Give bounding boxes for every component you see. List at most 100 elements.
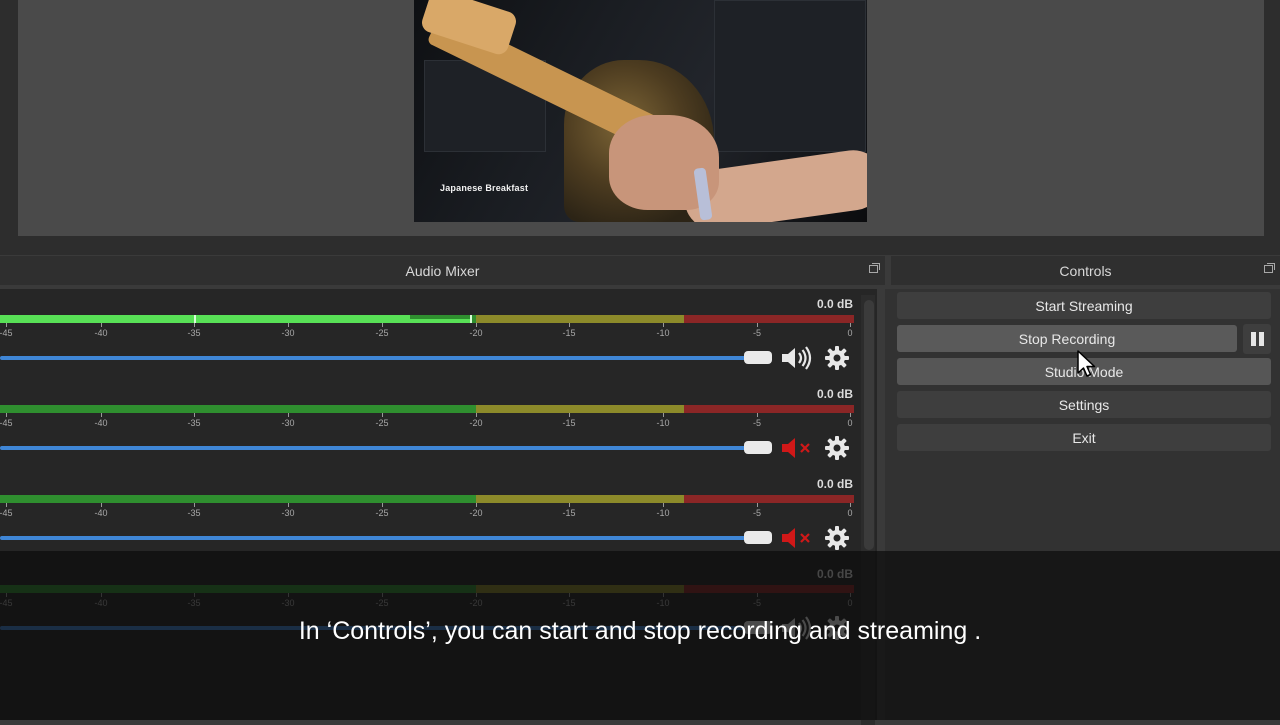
undock-icon[interactable] [1264,263,1275,273]
meter-tick-label: 0 [847,508,853,518]
subtitle-text: In ‘Controls’, you can start and stop re… [298,617,982,645]
gear-icon[interactable] [824,435,850,461]
meter-tick [569,413,570,417]
meter-tick-label: -10 [656,508,670,518]
meter-tick [288,323,289,327]
meter-scale: -45 -40 -35 -30 -25 -20 -15 -10 -5 0 [0,413,854,429]
meter-tick [569,323,570,327]
meter-scale: -45 -40 -35 -30 -25 -20 -15 -10 -5 0 [0,323,854,339]
meter-tick-label: -15 [562,328,576,338]
volume-slider[interactable] [0,536,752,540]
meter-tick-label: -35 [187,508,201,518]
meter-tick-label: -25 [375,508,389,518]
settings-button[interactable]: Settings [897,391,1271,418]
muted-speaker-icon[interactable] [780,434,814,462]
mixer-channel: 0.0 dB -45 -40 -35 -30 -25 -20 -15 -10 -5 0 [0,469,860,559]
volume-slider[interactable] [0,446,752,450]
audio-mixer-header: Audio Mixer [0,256,885,285]
meter-red-zone [684,495,854,503]
meter-tick-label: -10 [656,328,670,338]
meter-tick [476,323,477,327]
meter-tick [194,503,195,507]
volume-meter [0,495,854,503]
gear-icon[interactable] [824,525,850,551]
channel-level-label: 0.0 dB [816,477,853,491]
controls-title: Controls [1059,262,1112,279]
meter-tick [101,413,102,417]
meter-yellow-zone [476,495,684,503]
meter-tick-label: -20 [469,508,483,518]
stop-recording-button[interactable]: Stop Recording [897,325,1237,352]
meter-tick-label: -40 [94,508,108,518]
mixer-channel: 0.0 dB -45 -40 -35 -30 -25 -20 -15 -10 -5 0 [0,379,860,469]
meter-red-zone [684,405,854,413]
meter-tick [6,413,7,417]
meter-tick-label: -30 [281,508,295,518]
exit-button[interactable]: Exit [897,424,1271,451]
meter-tick [663,413,664,417]
meter-tick [6,323,7,327]
meter-tick-label: -5 [752,508,762,518]
meter-peak-marker [194,315,196,323]
volume-slider-handle[interactable] [744,351,772,364]
meter-tick [476,503,477,507]
channel-level-label: 0.0 dB [816,297,853,311]
volume-meter [0,405,854,413]
volume-slider-handle[interactable] [744,531,772,544]
meter-green-zone [0,495,476,503]
volume-meter [0,315,854,323]
meter-tick-label: -30 [281,328,295,338]
meter-tick-label: -45 [0,508,13,518]
controls-header: Controls [891,256,1280,285]
preview-area: Japanese Breakfast [0,0,1280,255]
mixer-channel: 0.0 dB -45 -40 -35 -30 -25 -20 -15 -10 -5 0 [0,289,860,379]
meter-yellow-zone [476,405,684,413]
speaker-icon[interactable] [780,344,814,372]
meter-tick-label: -40 [94,328,108,338]
meter-tick [101,503,102,507]
gear-icon[interactable] [824,345,850,371]
meter-tick-label: -25 [375,418,389,428]
meter-tick [757,503,758,507]
mouse-cursor-icon [1077,350,1096,377]
video-caption: Japanese Breakfast [440,183,529,193]
mixer-scrollbar-thumb[interactable] [864,300,874,550]
meter-tick [663,503,664,507]
meter-tick [663,323,664,327]
meter-tick-label: 0 [847,328,853,338]
meter-tick [850,323,851,327]
meter-tick-label: 0 [847,418,853,428]
channel-level-label: 0.0 dB [816,387,853,401]
preview-video: Japanese Breakfast [414,0,867,222]
pause-icon [1259,332,1264,346]
meter-tick-label: -15 [562,418,576,428]
meter-tick [194,323,195,327]
pause-recording-button[interactable] [1243,324,1271,354]
meter-tick [757,323,758,327]
meter-tick [382,323,383,327]
pause-icon [1251,332,1256,346]
meter-green-zone [0,405,476,413]
muted-speaker-icon[interactable] [780,524,814,552]
meter-tick [850,503,851,507]
meter-tick-label: -5 [752,328,762,338]
audio-mixer-title: Audio Mixer [405,262,480,279]
meter-tick-label: -20 [469,418,483,428]
start-streaming-button[interactable]: Start Streaming [897,292,1271,319]
meter-tick [194,413,195,417]
meter-tick-label: -15 [562,508,576,518]
meter-tick-label: -5 [752,418,762,428]
volume-slider[interactable] [0,356,752,360]
meter-peak-marker [470,315,472,323]
meter-tick-label: -35 [187,418,201,428]
volume-slider-handle[interactable] [744,441,772,454]
meter-tick-label: -30 [281,418,295,428]
meter-tick-label: -35 [187,328,201,338]
meter-tick-label: -20 [469,328,483,338]
meter-tick-label: -25 [375,328,389,338]
meter-tick-label: -45 [0,328,13,338]
meter-scale: -45 -40 -35 -30 -25 -20 -15 -10 -5 0 [0,503,854,519]
meter-tick [382,503,383,507]
undock-icon[interactable] [869,263,880,273]
meter-tick-label: -40 [94,418,108,428]
